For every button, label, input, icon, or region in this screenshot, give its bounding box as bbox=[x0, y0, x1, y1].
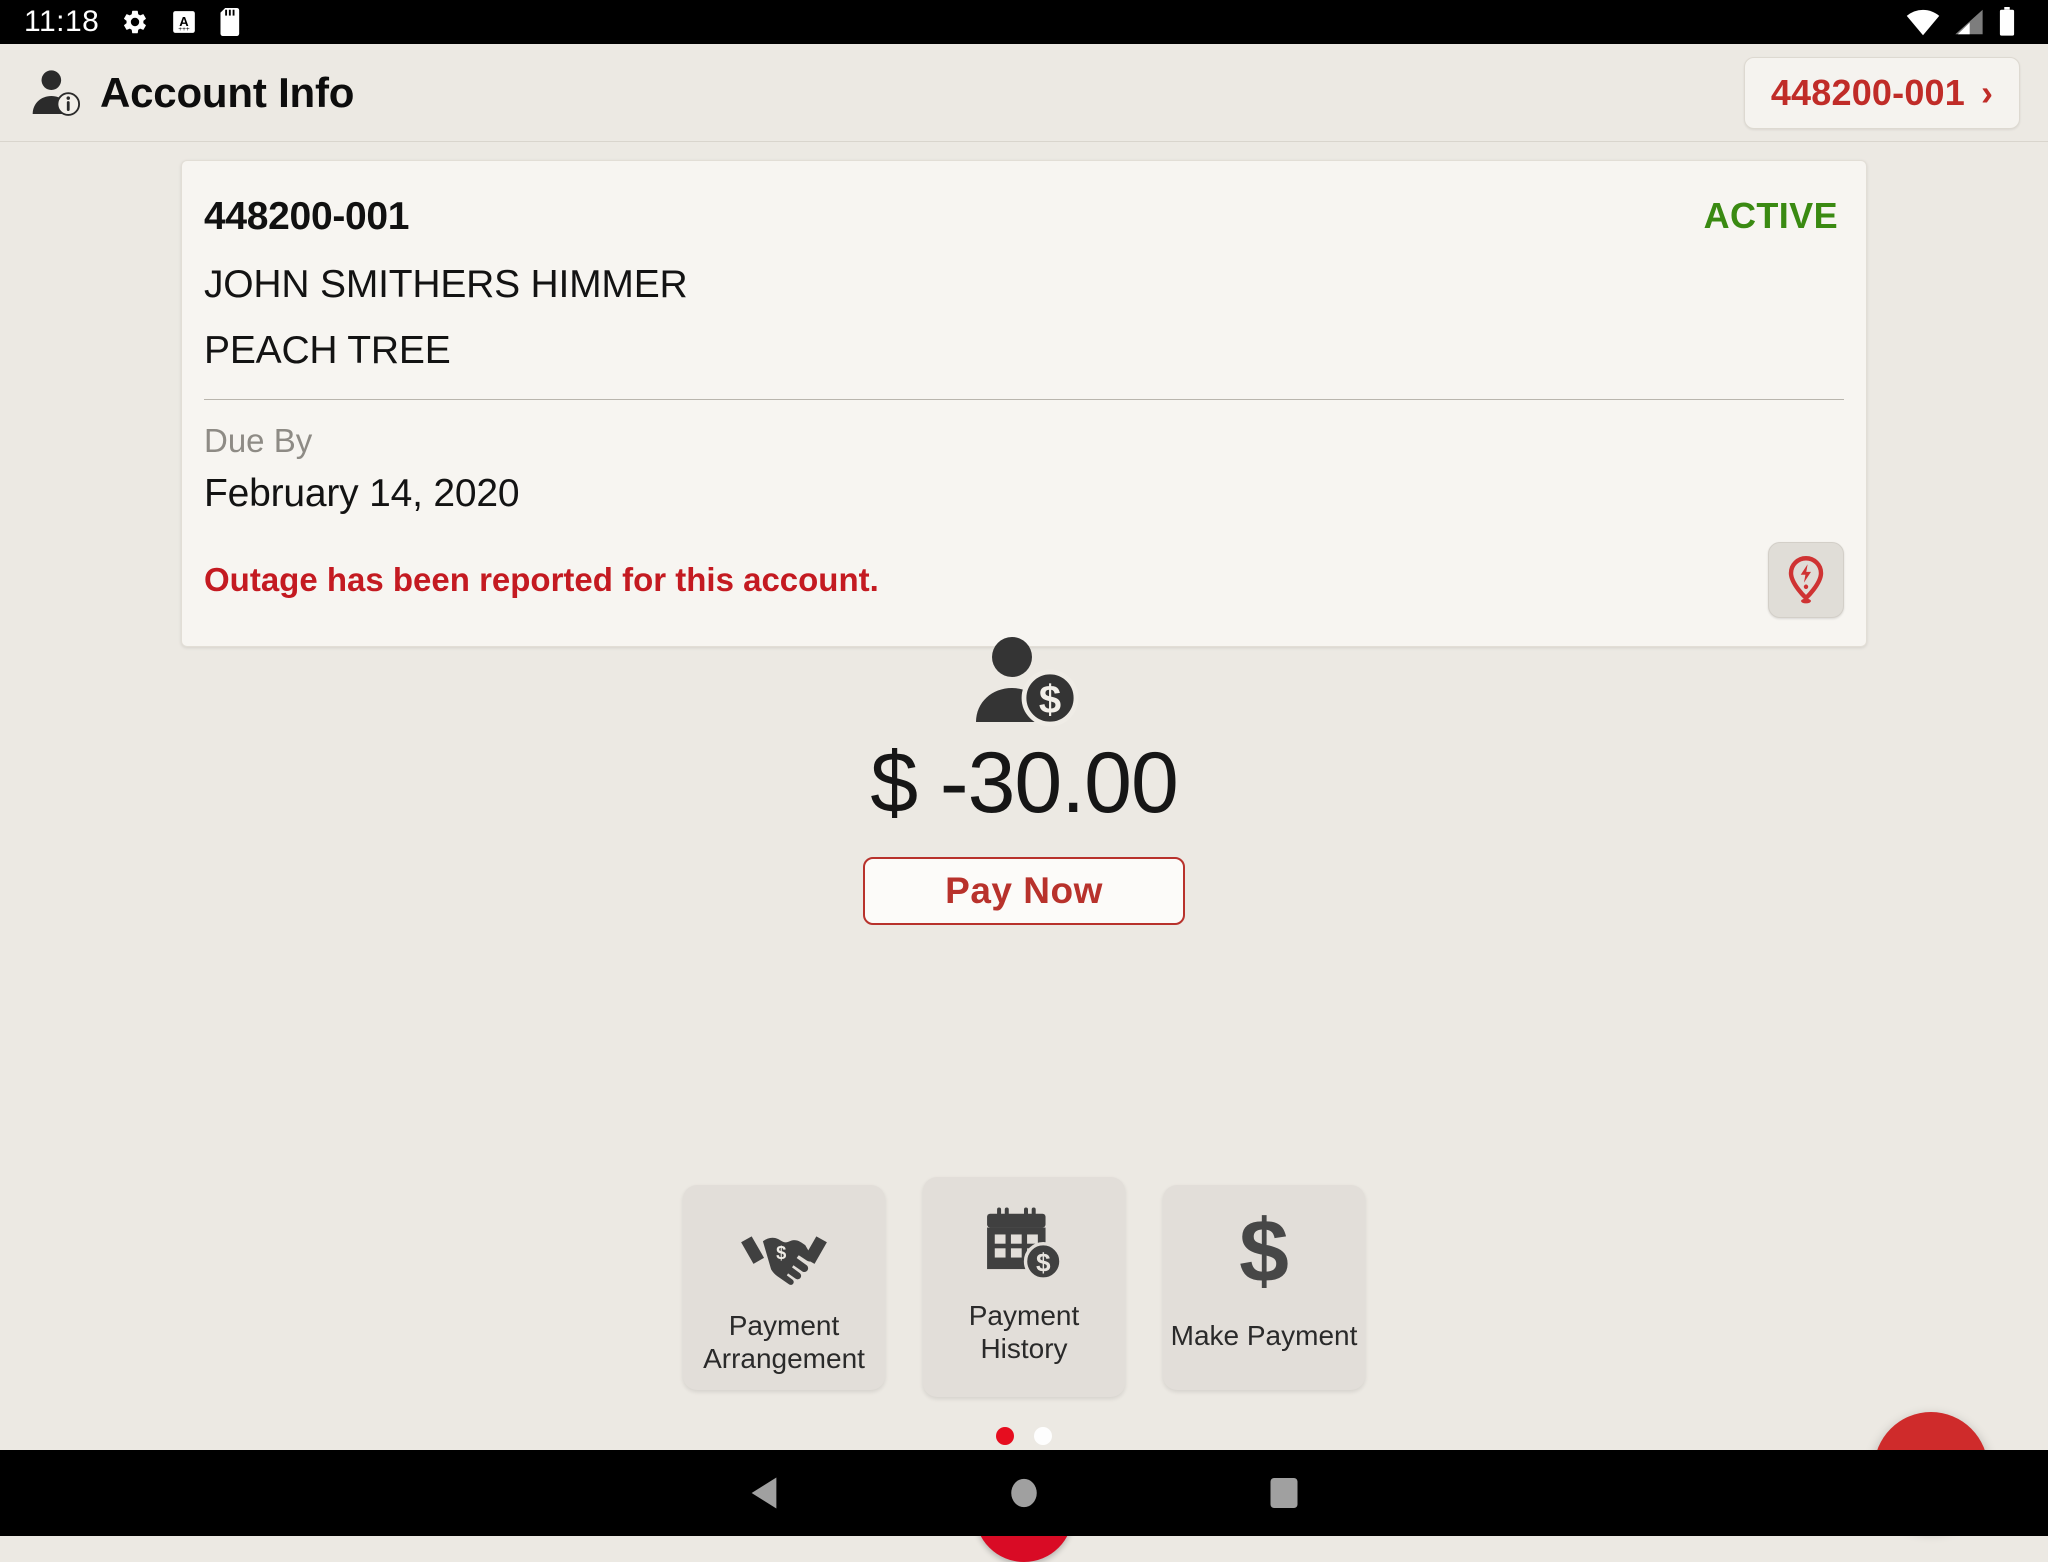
tile-icon-wrap: $ bbox=[982, 1207, 1066, 1285]
status-badge: ACTIVE bbox=[1703, 195, 1838, 236]
status-bar-left-group: 11:18 A +++ bbox=[24, 5, 243, 39]
status-bar-clock: 11:18 bbox=[24, 5, 100, 38]
outage-message: Outage has been reported for this accoun… bbox=[204, 561, 879, 598]
handshake-dollar-icon: $ bbox=[741, 1236, 827, 1285]
chevron-right-icon: › bbox=[1981, 71, 1993, 113]
nav-recents-slot[interactable] bbox=[1154, 1476, 1414, 1510]
calendar-dollar-icon: $ bbox=[987, 1207, 1063, 1281]
tile-label-line2: History bbox=[980, 1333, 1068, 1365]
due-by-label: Due By bbox=[204, 422, 313, 459]
tile-label-line1: Payment bbox=[968, 1300, 1080, 1331]
person-info-icon bbox=[32, 69, 81, 116]
account-balance: $ -30.00 bbox=[870, 735, 1179, 831]
tile-make-payment[interactable]: $ Make Payment bbox=[1163, 1185, 1365, 1390]
a-badge-icon: A +++ bbox=[173, 11, 196, 33]
tile-label-make-payment: Make Payment bbox=[1170, 1320, 1358, 1351]
card-divider bbox=[204, 399, 1844, 400]
tile-label-line2: Arrangement bbox=[703, 1343, 865, 1375]
battery-icon bbox=[1999, 7, 2015, 36]
wifi-icon bbox=[1906, 9, 1940, 36]
tile-payment-history[interactable]: $ Payment History bbox=[923, 1177, 1125, 1397]
svg-text:$: $ bbox=[1239, 1209, 1289, 1295]
pager-dots bbox=[0, 1427, 2048, 1445]
android-nav-bar bbox=[0, 1450, 2048, 1536]
tile-payment-arrangement[interactable]: $ Payment Arrangement bbox=[683, 1185, 885, 1390]
customer-name: JOHN SMITHERS HIMMER bbox=[204, 263, 688, 306]
tile-icon-wrap: $ bbox=[1234, 1209, 1294, 1295]
outage-pin-icon bbox=[1788, 556, 1824, 604]
page-title: Account Info bbox=[100, 68, 355, 116]
back-triangle-icon[interactable] bbox=[748, 1476, 780, 1510]
account-number: 448200-001 bbox=[204, 195, 410, 238]
nav-home-slot[interactable] bbox=[894, 1476, 1154, 1510]
home-circle-icon[interactable] bbox=[1008, 1476, 1040, 1510]
service-address: PEACH TREE bbox=[204, 329, 451, 372]
tile-icon-wrap: $ bbox=[739, 1217, 829, 1295]
tile-label-line1: Payment bbox=[728, 1310, 840, 1341]
cell-signal-icon bbox=[1955, 9, 1983, 35]
outage-row: Outage has been reported for this accoun… bbox=[204, 542, 1844, 618]
tile-label-payment-arrangement: Payment Arrangement bbox=[703, 1309, 865, 1375]
tile-label-payment-history: Payment History bbox=[969, 1299, 1080, 1365]
pager-dot-active[interactable] bbox=[996, 1427, 1014, 1445]
recents-square-icon[interactable] bbox=[1269, 1476, 1299, 1510]
nav-back-slot[interactable] bbox=[634, 1476, 894, 1510]
main-content: 448200-001 ACTIVE JOHN SMITHERS HIMMER P… bbox=[0, 142, 2048, 1562]
account-selector-label: 448200-001 bbox=[1770, 71, 1965, 113]
svg-text:+++: +++ bbox=[179, 26, 191, 33]
pager-dot-inactive[interactable] bbox=[1034, 1427, 1052, 1445]
account-summary-card[interactable]: 448200-001 ACTIVE JOHN SMITHERS HIMMER P… bbox=[181, 160, 1867, 647]
account-selector-button[interactable]: 448200-001 › bbox=[1743, 56, 2020, 129]
app-header: Account Info 448200-001 › bbox=[0, 44, 2048, 142]
android-status-bar: 11:18 A +++ bbox=[0, 0, 2048, 44]
pay-now-button[interactable]: Pay Now bbox=[863, 857, 1185, 925]
svg-text:$: $ bbox=[1039, 678, 1061, 722]
balance-block: $ $ -30.00 Pay Now bbox=[0, 632, 2048, 925]
svg-text:$: $ bbox=[1036, 1247, 1051, 1277]
dollar-sign-icon: $ bbox=[1239, 1209, 1289, 1295]
person-dollar-icon: $ bbox=[976, 637, 1079, 727]
quick-action-tiles: $ Payment Arrangement $ Payment History … bbox=[0, 1177, 2048, 1397]
gear-icon bbox=[124, 10, 147, 34]
svg-text:$: $ bbox=[776, 1242, 786, 1263]
outage-status-button[interactable] bbox=[1768, 542, 1844, 618]
due-by-date: February 14, 2020 bbox=[204, 472, 520, 515]
account-card-top-row: 448200-001 ACTIVE bbox=[204, 195, 1844, 239]
sd-card-icon bbox=[220, 8, 240, 36]
status-bar-right-group bbox=[1906, 7, 2024, 37]
